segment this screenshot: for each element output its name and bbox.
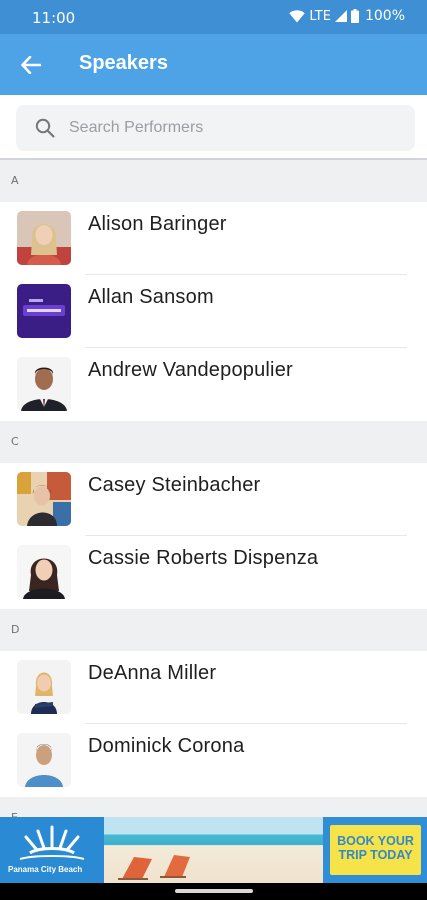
network-type: LTE	[309, 8, 331, 24]
speaker-name: Casey Steinbacher	[88, 474, 261, 496]
list-item[interactable]: Casey Steinbacher	[0, 463, 427, 536]
section-header-d: D	[0, 609, 427, 651]
list-item[interactable]: Alison Baringer	[0, 202, 427, 275]
ad-banner[interactable]: Panama City Beach BOOK YOUR TRIP TODAY	[0, 817, 427, 883]
search-bar-container	[0, 95, 427, 160]
avatar	[17, 211, 71, 265]
speaker-name: Alison Baringer	[88, 213, 227, 235]
page-title: Speakers	[79, 52, 168, 74]
book-trip-button[interactable]: BOOK YOUR TRIP TODAY	[330, 825, 421, 875]
list-item[interactable]: Cassie Roberts Dispenza	[0, 536, 427, 609]
app-bar: Speakers	[0, 34, 427, 95]
list-item[interactable]: DeAnna Miller	[0, 651, 427, 724]
speaker-name: Allan Sansom	[88, 286, 214, 308]
status-indicators: LTE 100%	[289, 8, 405, 24]
battery-percent: 100%	[364, 8, 405, 24]
ad-brand-text: Panama City Beach	[8, 865, 83, 874]
cta-line-2: TRIP TODAY	[338, 848, 413, 862]
system-nav-bar	[0, 883, 427, 900]
avatar	[17, 733, 71, 787]
panama-city-beach-logo: Panama City Beach	[0, 817, 104, 883]
avatar	[17, 357, 71, 411]
status-bar: 11:00 LTE 100%	[0, 0, 427, 34]
avatar	[17, 545, 71, 599]
cell-signal-icon	[334, 10, 347, 22]
back-button[interactable]	[14, 48, 48, 82]
avatar	[17, 472, 71, 526]
wifi-icon	[289, 9, 306, 23]
arrow-left-icon	[21, 56, 41, 74]
speaker-name: Andrew Vandepopulier	[88, 359, 293, 381]
speaker-name: DeAnna Miller	[88, 662, 217, 684]
home-handle[interactable]	[175, 889, 253, 893]
section-header-a: A	[0, 160, 427, 202]
search-icon	[35, 118, 55, 138]
cta-line-1: BOOK YOUR	[337, 834, 414, 848]
search-input[interactable]	[69, 119, 369, 137]
list-item[interactable]: Dominick Corona	[0, 724, 427, 797]
speaker-name: Cassie Roberts Dispenza	[88, 547, 319, 569]
list-item[interactable]: Andrew Vandepopulier	[0, 348, 427, 421]
avatar	[17, 284, 71, 338]
list-item[interactable]: Allan Sansom	[0, 275, 427, 348]
speaker-list[interactable]: A Alison Baringer Allan Sansom Andrew Va…	[0, 160, 427, 839]
search-box[interactable]	[16, 105, 415, 151]
sun-logo-icon	[19, 825, 85, 860]
speaker-name: Dominick Corona	[88, 735, 245, 757]
beach-photo	[104, 817, 323, 883]
section-header-c: C	[0, 421, 427, 463]
battery-icon	[350, 9, 359, 23]
avatar	[17, 660, 71, 714]
status-time: 11:00	[32, 9, 76, 27]
